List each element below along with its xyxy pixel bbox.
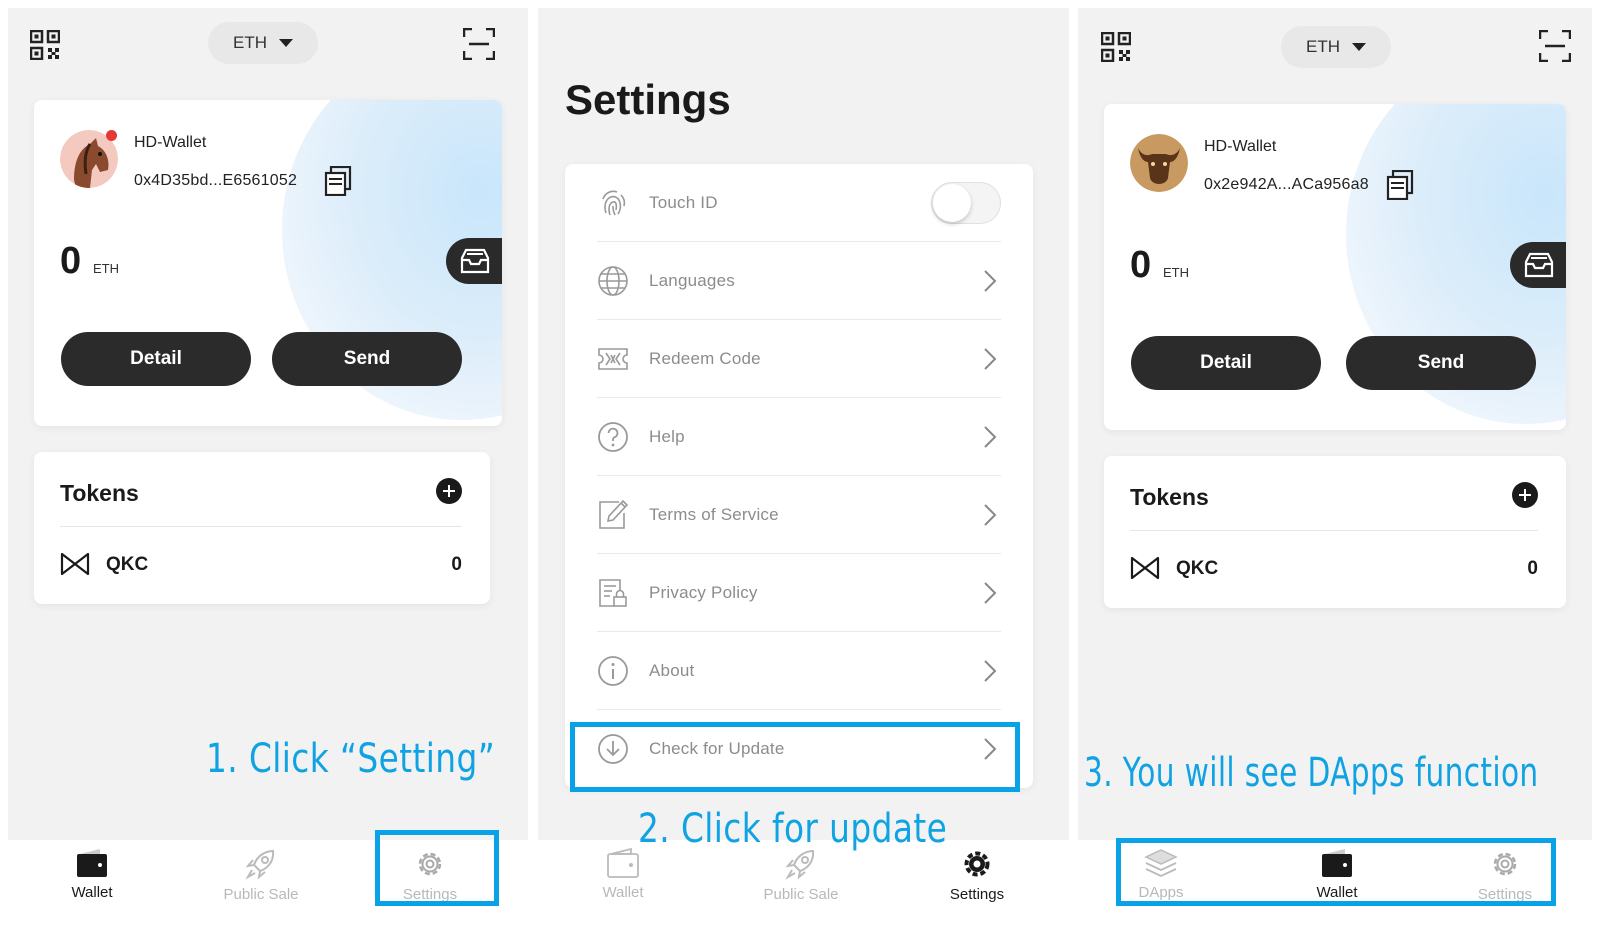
fingerprint-icon: [602, 190, 626, 215]
info-icon: [598, 655, 628, 686]
tokens-card: Tokens QKC 0: [34, 452, 490, 604]
qr-code-icon[interactable]: [1101, 32, 1131, 62]
row-label: Redeem Code: [649, 348, 761, 368]
wallet-name: HD-Wallet: [134, 134, 207, 151]
wallet-card: HD-Wallet 0x4D35bd...E6561052 0 ETH Deta…: [34, 100, 502, 426]
chevron-right-icon: [984, 426, 997, 448]
tab-label: Wallet: [71, 884, 113, 901]
chevron-right-icon: [984, 270, 997, 292]
settings-row-terms[interactable]: Terms of Service: [597, 476, 1001, 554]
toggle-knob: [933, 184, 971, 222]
balance-unit: ETH: [93, 261, 119, 276]
row-label: Help: [649, 426, 685, 446]
scan-icon[interactable]: [463, 28, 495, 60]
lock-document-icon: [599, 578, 627, 607]
copy-icon[interactable]: [324, 166, 352, 196]
inbox-icon: [1524, 252, 1554, 278]
caret-down-icon: [1352, 43, 1366, 51]
row-label: Languages: [649, 270, 735, 290]
touch-id-toggle[interactable]: [931, 182, 1001, 224]
rocket-icon: [245, 849, 275, 880]
network-label: ETH: [233, 33, 267, 52]
annotation-step-1: 1. Click “Setting”: [206, 736, 496, 782]
network-label: ETH: [1306, 37, 1340, 56]
row-label: Privacy Policy: [649, 582, 758, 602]
row-label: Touch ID: [649, 192, 718, 212]
chevron-right-icon: [984, 504, 997, 526]
tab-public-sale[interactable]: Public Sale: [206, 840, 316, 910]
wallet-screen-before: ETH HD-Wallet 0x4D35bd...E6561052 0 ETH: [8, 8, 528, 840]
scan-icon[interactable]: [1539, 30, 1571, 62]
settings-row-languages[interactable]: Languages: [597, 242, 1001, 320]
row-label: About: [649, 660, 695, 680]
inbox-icon: [460, 248, 490, 274]
token-symbol[interactable]: QKC: [1176, 558, 1218, 580]
tab-label: Settings: [949, 886, 1005, 903]
settings-row-about[interactable]: About: [597, 632, 1001, 710]
send-button[interactable]: Send: [1346, 336, 1536, 390]
tab-label: Public Sale: [223, 886, 299, 903]
page-title: Settings: [565, 76, 731, 123]
network-selector[interactable]: ETH: [208, 22, 318, 64]
settings-row-touch-id: Touch ID: [597, 164, 1001, 242]
detail-button[interactable]: Detail: [61, 332, 251, 386]
add-token-icon[interactable]: [1512, 482, 1538, 508]
tokens-title: Tokens: [60, 480, 139, 506]
divider: [60, 526, 462, 527]
chevron-right-icon: [984, 660, 997, 682]
highlight-settings-tab: [375, 830, 499, 906]
ticket-icon: [598, 347, 628, 370]
help-icon: [598, 421, 628, 452]
divider: [1130, 530, 1538, 531]
settings-row-privacy[interactable]: Privacy Policy: [597, 554, 1001, 632]
settings-screen: Settings Touch ID Languages Redeem Code …: [538, 8, 1069, 840]
tab-label: Wallet: [602, 884, 644, 901]
send-button[interactable]: Send: [272, 332, 462, 386]
qr-code-icon[interactable]: [30, 30, 60, 60]
row-label: Terms of Service: [649, 504, 779, 524]
tutorial-screenshot: ETH HD-Wallet 0x4D35bd...E6561052 0 ETH: [0, 0, 1600, 950]
balance-amount: 0: [1130, 244, 1152, 286]
qkc-logo-icon: [60, 552, 90, 576]
receive-button[interactable]: [1510, 242, 1566, 288]
token-amount: 0: [1527, 558, 1538, 579]
annotation-step-3: 3. You will see DApps function: [1084, 750, 1539, 796]
copy-icon[interactable]: [1386, 170, 1414, 200]
wallet-avatar-bull: [1130, 134, 1188, 192]
gear-icon: [964, 851, 990, 877]
chevron-right-icon: [984, 582, 997, 604]
tokens-card: Tokens QKC 0: [1104, 456, 1566, 608]
edit-document-icon: [599, 499, 629, 529]
globe-icon: [598, 265, 628, 296]
settings-row-help[interactable]: Help: [597, 398, 1001, 476]
annotation-step-2: 2. Click for update: [638, 806, 948, 852]
wallet-screen-after: ETH HD-Wallet 0x2e942A...ACa956a8 0 ETH: [1078, 8, 1592, 840]
settings-list: Touch ID Languages Redeem Code Help Term…: [565, 164, 1033, 788]
highlight-tab-bar: [1116, 838, 1556, 906]
network-selector[interactable]: ETH: [1281, 26, 1391, 68]
chevron-right-icon: [984, 348, 997, 370]
wallet-address: 0x4D35bd...E6561052: [134, 172, 298, 189]
notification-dot: [106, 130, 117, 141]
add-token-icon[interactable]: [436, 478, 462, 504]
token-amount: 0: [451, 554, 462, 575]
wallet-card: HD-Wallet 0x2e942A...ACa956a8 0 ETH Deta…: [1104, 104, 1566, 430]
rocket-icon: [785, 849, 815, 880]
qkc-logo-icon: [1130, 556, 1160, 580]
wallet-name: HD-Wallet: [1204, 138, 1277, 155]
tab-wallet[interactable]: Wallet: [37, 840, 147, 910]
token-symbol[interactable]: QKC: [106, 554, 148, 576]
tab-label: Public Sale: [763, 886, 839, 903]
wallet-icon: [607, 848, 639, 878]
highlight-check-update: [570, 722, 1020, 792]
receive-button[interactable]: [446, 238, 502, 284]
wallet-icon: [77, 849, 107, 877]
balance-unit: ETH: [1163, 265, 1189, 280]
tokens-title: Tokens: [1130, 484, 1209, 510]
settings-row-redeem-code[interactable]: Redeem Code: [597, 320, 1001, 398]
balance-amount: 0: [60, 240, 82, 282]
wallet-address: 0x2e942A...ACa956a8: [1204, 176, 1369, 193]
detail-button[interactable]: Detail: [1131, 336, 1321, 390]
caret-down-icon: [279, 39, 293, 47]
